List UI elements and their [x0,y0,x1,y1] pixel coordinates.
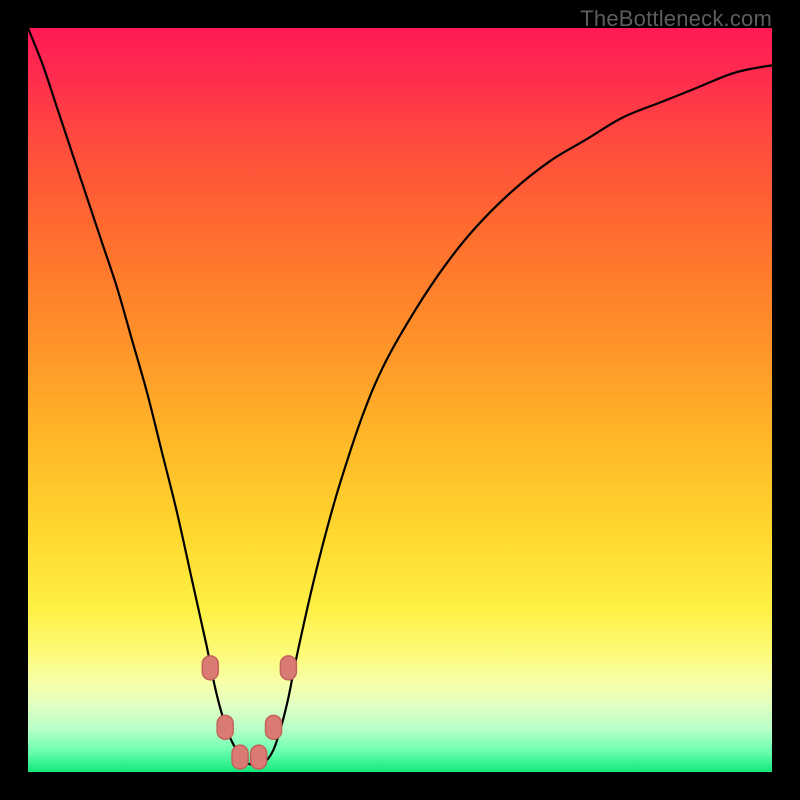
bottleneck-curve [28,28,772,772]
plot-area [28,28,772,772]
watermark-text: TheBottleneck.com [580,6,772,32]
curve-marker [217,715,233,739]
curve-marker [232,745,248,769]
curve-marker [202,656,218,680]
curve-marker [251,745,267,769]
curve-marker [266,715,282,739]
curve-marker [280,656,296,680]
chart-frame: TheBottleneck.com [0,0,800,800]
